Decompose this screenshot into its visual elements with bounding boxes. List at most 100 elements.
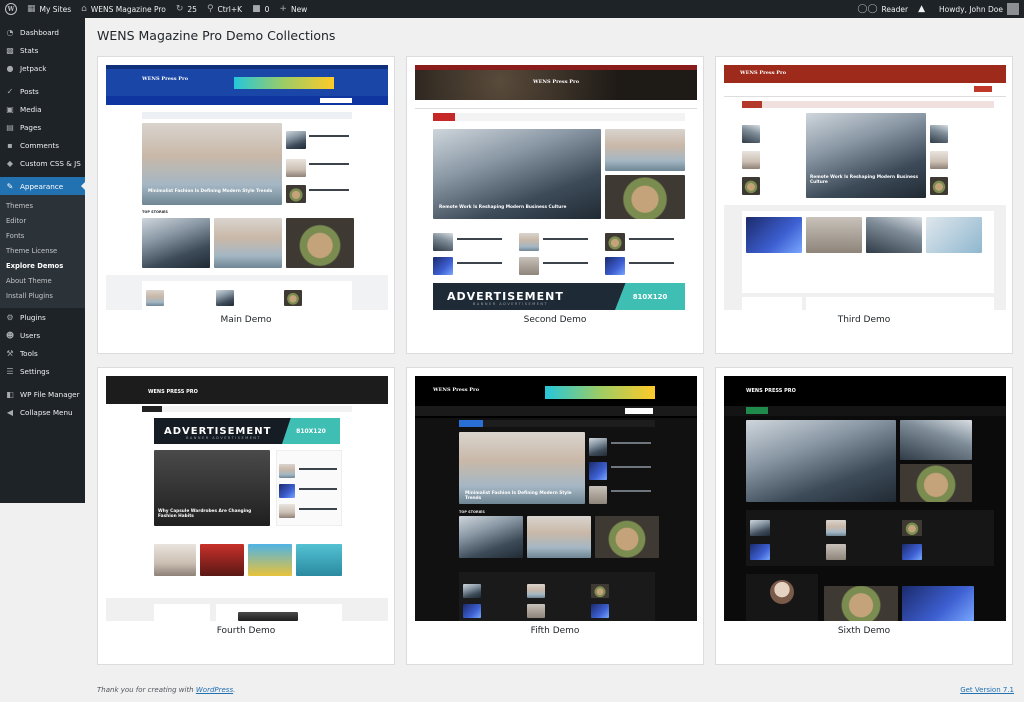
- sidebar-item-comments[interactable]: ▪ Comments: [0, 136, 85, 154]
- submenu-install-plugins[interactable]: Install Plugins: [0, 289, 85, 304]
- sidebar-item-label: Media: [20, 104, 42, 114]
- site-name-label: WENS Magazine Pro: [90, 4, 166, 14]
- bell-icon: ▲: [918, 4, 925, 14]
- ad-text: ADVERTISEMENT: [164, 425, 272, 437]
- sidebar-item-custom-css-js[interactable]: ◆ Custom CSS & JS: [0, 154, 85, 172]
- demo-name: Third Demo: [837, 315, 891, 325]
- my-sites-menu[interactable]: ▦ My Sites: [22, 0, 76, 18]
- demo-thumbnail[interactable]: WENS PRESS PRO ADVERTISEMENT BANNER ADVE…: [106, 376, 388, 621]
- sidebar-item-label: Collapse Menu: [20, 407, 73, 417]
- demo-headline: Minimalist Fashion Is Defining Modern St…: [465, 491, 572, 502]
- paintbrush-icon: ✎: [6, 181, 14, 191]
- demo-thumbnail[interactable]: WENS Press Pro Remote Work Is Reshaping …: [724, 65, 1006, 310]
- submenu-fonts[interactable]: Fonts: [0, 229, 85, 244]
- demo-thumbnail[interactable]: WENS Press Pro Minimalist Fashion Is Def…: [415, 376, 697, 621]
- demo-name: Main Demo: [220, 315, 272, 325]
- search-icon: ⚲: [206, 4, 214, 14]
- demo-thumbnail[interactable]: WENS Press Pro Remote Work Is Reshaping …: [415, 65, 697, 310]
- submenu-editor[interactable]: Editor: [0, 214, 85, 229]
- sidebar-item-jetpack[interactable]: ● Jetpack: [0, 59, 85, 77]
- howdy-label: Howdy, John Doe: [939, 4, 1003, 14]
- sidebar-item-label: Tools: [20, 348, 38, 358]
- sidebar-item-dashboard[interactable]: ◔ Dashboard: [0, 23, 85, 41]
- admin-bar: W ▦ My Sites ⌂ WENS Magazine Pro ↻ 25 ⚲ Ctrl…: [0, 0, 1024, 18]
- reader-label: Reader: [881, 4, 909, 14]
- ad-banner[interactable]: ADVERTISEMENT BANNER ADVERTISEMENT 810X1…: [154, 418, 340, 444]
- sidebar-item-settings[interactable]: ☰ Settings: [0, 362, 85, 380]
- demo-headline: Remote Work Is Reshaping Modern Business…: [810, 175, 919, 186]
- account-menu[interactable]: Howdy, John Doe: [934, 0, 1024, 18]
- ad-size: 810X120: [282, 418, 340, 444]
- updates-icon: ↻: [175, 4, 184, 14]
- submenu-themes[interactable]: Themes: [0, 199, 85, 214]
- users-icon: ☻: [5, 330, 15, 340]
- stats-icon: ▩: [6, 45, 14, 55]
- demo-card-fifth[interactable]: WENS Press Pro Minimalist Fashion Is Def…: [406, 367, 704, 665]
- notifications-button[interactable]: ▲: [913, 0, 934, 18]
- demo-brand: WENS Press Pro: [533, 79, 580, 85]
- comments-menu[interactable]: ■ 0: [247, 0, 274, 18]
- reader-glasses-icon: ◯◯: [857, 4, 878, 14]
- new-label: New: [290, 4, 308, 14]
- ad-banner[interactable]: ADVERTISEMENT BANNER ADVERTISEMENT 810X1…: [433, 283, 685, 310]
- admin-sidebar: ◔ Dashboard ▩ Stats ● Jetpack ✓ Posts ▣ Media…: [0, 18, 85, 503]
- sidebar-item-label: Jetpack: [20, 63, 47, 73]
- new-content-menu[interactable]: + New: [274, 0, 312, 18]
- demo-card-fourth[interactable]: WENS PRESS PRO ADVERTISEMENT BANNER ADVE…: [97, 367, 395, 665]
- sidebar-item-pages[interactable]: ▤ Pages: [0, 118, 85, 136]
- demo-section: TOP STORIES: [459, 510, 485, 514]
- demo-name: Fourth Demo: [216, 626, 276, 636]
- submenu-about-theme[interactable]: About Theme: [0, 274, 85, 289]
- avatar: [1007, 3, 1019, 15]
- demo-thumbnail[interactable]: WENS PRESS PRO: [724, 376, 1006, 621]
- sidebar-item-posts[interactable]: ✓ Posts: [0, 82, 85, 100]
- wordpress-link[interactable]: WordPress: [196, 686, 233, 694]
- my-sites-label: My Sites: [39, 4, 72, 14]
- footer-thanks-prefix: Thank you for creating with: [97, 686, 196, 694]
- sidebar-item-label: Appearance: [20, 181, 64, 191]
- updates-menu[interactable]: ↻ 25: [171, 0, 202, 18]
- code-icon: ◆: [6, 158, 14, 168]
- wordpress-logo-icon: W: [5, 3, 17, 15]
- tools-icon: ⚒: [6, 348, 14, 358]
- sidebar-item-plugins[interactable]: ⚙ Plugins: [0, 308, 85, 326]
- sidebar-item-stats[interactable]: ▩ Stats: [0, 41, 85, 59]
- footer-thanks: Thank you for creating with WordPress.: [97, 686, 235, 694]
- my-sites-icon: ▦: [27, 4, 36, 14]
- sidebar-item-tools[interactable]: ⚒ Tools: [0, 344, 85, 362]
- command-palette-button[interactable]: ⚲ Ctrl+K: [202, 0, 247, 18]
- demo-card-sixth[interactable]: WENS PRESS PRO Sixth Demo: [715, 367, 1013, 665]
- demo-headline: Why Capsule Wardrobes Are Changing Fashi…: [158, 509, 252, 520]
- reader-link[interactable]: ◯◯ Reader: [852, 0, 913, 18]
- folder-icon: ◧: [6, 389, 14, 399]
- sidebar-item-media[interactable]: ▣ Media: [0, 100, 85, 118]
- demo-card-second[interactable]: WENS Press Pro Remote Work Is Reshaping …: [406, 56, 704, 354]
- demo-card-main[interactable]: WENS Press Pro Minimalist Fashion Is Def…: [97, 56, 395, 354]
- sidebar-item-label: Plugins: [20, 312, 46, 322]
- demo-thumbnail[interactable]: WENS Press Pro Minimalist Fashion Is Def…: [106, 65, 388, 310]
- demo-headline: Minimalist Fashion Is Defining Modern St…: [148, 189, 273, 194]
- sidebar-item-appearance[interactable]: ✎ Appearance: [0, 177, 85, 195]
- home-icon: ⌂: [81, 4, 87, 14]
- appearance-submenu: Themes Editor Fonts Theme License Explor…: [0, 195, 85, 308]
- updates-count: 25: [187, 4, 197, 14]
- sidebar-item-wp-file-manager[interactable]: ◧ WP File Manager: [0, 385, 85, 403]
- version-link[interactable]: Get Version 7.1: [960, 686, 1014, 694]
- submenu-explore-demos[interactable]: Explore Demos: [0, 259, 85, 274]
- posts-icon: ✓: [6, 86, 14, 96]
- wp-logo-menu[interactable]: W: [0, 0, 22, 18]
- submenu-theme-license[interactable]: Theme License: [0, 244, 85, 259]
- sidebar-item-label: Users: [20, 330, 41, 340]
- sidebar-item-label: Dashboard: [20, 27, 59, 37]
- sidebar-item-label: Posts: [20, 86, 39, 96]
- demo-card-third[interactable]: WENS Press Pro Remote Work Is Reshaping …: [715, 56, 1013, 354]
- sidebar-item-users[interactable]: ☻ Users: [0, 326, 85, 344]
- media-icon: ▣: [6, 104, 14, 114]
- collapse-menu-button[interactable]: ◀ Collapse Menu: [0, 403, 85, 421]
- demo-name: Fifth Demo: [530, 626, 580, 636]
- demo-headline: Remote Work Is Reshaping Modern Business…: [439, 205, 567, 210]
- pages-icon: ▤: [6, 122, 14, 132]
- footer-thanks-suffix: .: [233, 686, 236, 694]
- dashboard-icon: ◔: [6, 27, 14, 37]
- site-name-menu[interactable]: ⌂ WENS Magazine Pro: [76, 0, 171, 18]
